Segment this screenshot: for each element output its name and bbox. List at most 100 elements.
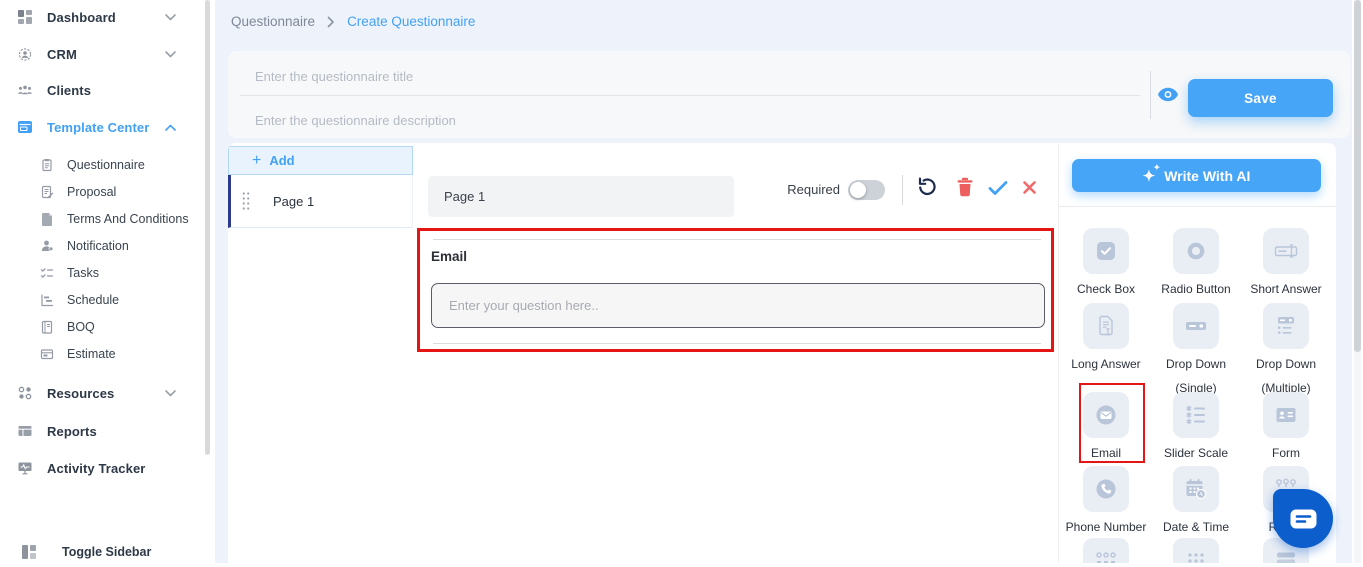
palette-item-drop-down-single[interactable]: Drop Down (Single) — [1151, 303, 1241, 397]
cancel-button[interactable] — [1022, 180, 1037, 195]
divider — [902, 175, 903, 205]
check-icon — [988, 180, 1008, 196]
sidebar-item-questionnaire[interactable]: Questionnaire — [0, 152, 206, 178]
radio-button-icon — [1173, 228, 1219, 274]
preview-eye-button[interactable] — [1157, 87, 1179, 102]
page-tab[interactable]: Page 1 — [228, 175, 413, 228]
sidebar-item-terms-and-conditions[interactable]: Terms And Conditions — [0, 206, 206, 232]
sidebar-item-estimate[interactable]: Estimate — [0, 341, 206, 367]
palette-item-phone-number[interactable]: Phone Number — [1061, 466, 1151, 536]
long-answer-icon — [1083, 303, 1129, 349]
palette-item-slider-scale[interactable]: Slider Scale — [1151, 392, 1241, 462]
palette-item-label: Slider Scale — [1163, 446, 1229, 460]
sidebar-item-boq[interactable]: BOQ — [0, 314, 206, 340]
sidebar-item-reports[interactable]: Reports — [0, 416, 206, 446]
sidebar-item-label: Proposal — [67, 185, 117, 199]
palette-item-label: Phone Number — [1065, 520, 1147, 534]
sidebar-item-activity-tracker[interactable]: Activity Tracker — [0, 453, 206, 483]
toggle-sidebar-label: Toggle Sidebar — [62, 545, 152, 559]
questionnaire-title-input[interactable] — [255, 60, 1115, 92]
breadcrumb-current[interactable]: Create Questionnaire — [347, 14, 475, 29]
palette-item-date-time[interactable]: Date & Time — [1151, 466, 1241, 536]
eye-icon — [1157, 87, 1179, 102]
email-icon — [1083, 392, 1129, 438]
sidebar-item-label: Estimate — [67, 347, 116, 361]
palette-item-radio-button[interactable]: Radio Button — [1151, 228, 1241, 298]
questionnaire-description-input[interactable] — [255, 104, 1115, 136]
drag-handle-icon[interactable] — [241, 191, 251, 211]
plus-icon: + — [252, 151, 262, 169]
palette-item-drop-down-multiple[interactable]: Drop Down (Multiple) — [1241, 303, 1331, 397]
required-toggle[interactable] — [848, 180, 885, 200]
matrix-icon — [1083, 538, 1129, 563]
sidebar-item-proposal[interactable]: Proposal — [0, 179, 206, 205]
palette-item-short-answer[interactable]: Short Answer — [1241, 228, 1331, 298]
reports-icon — [16, 423, 34, 439]
divider — [433, 239, 1041, 240]
palette-item-label: Drop Down — [1165, 357, 1227, 371]
palette-item-label: Email — [1090, 446, 1121, 460]
breadcrumb-parent[interactable]: Questionnaire — [231, 14, 315, 29]
save-button[interactable]: Save — [1188, 79, 1333, 117]
sidebar-item-label: Dashboard — [47, 9, 116, 25]
sidebar-item-resources[interactable]: Resources — [0, 378, 206, 408]
page-scrollbar-thumb[interactable] — [1354, 0, 1361, 352]
sidebar-scrollbar[interactable] — [205, 0, 210, 455]
terms-icon — [38, 212, 56, 226]
sidebar-item-label: Activity Tracker — [47, 460, 146, 476]
chevron-down-icon — [165, 50, 176, 58]
dashboard-icon — [16, 9, 34, 25]
questionnaire-icon — [38, 158, 56, 172]
palette-item-check-box[interactable]: Check Box — [1061, 228, 1151, 298]
checkbox-icon — [1083, 228, 1129, 274]
sidebar-item-label: BOQ — [67, 320, 95, 334]
chevron-down-icon — [165, 389, 176, 397]
tasks-icon — [38, 266, 56, 280]
estimate-icon — [38, 347, 56, 361]
sidebar-item-label: Terms And Conditions — [67, 212, 189, 226]
sidebar-item-label: Notification — [67, 239, 129, 253]
sidebar-item-label: Template Center — [47, 119, 150, 135]
schedule-icon — [38, 293, 56, 307]
notification-icon — [38, 239, 56, 253]
delete-button[interactable] — [956, 177, 974, 197]
sidebar-item-crm[interactable]: CRM — [0, 39, 206, 69]
add-page-label: Add — [269, 153, 295, 168]
palette-item-form[interactable]: Form — [1241, 392, 1331, 462]
sidebar-item-label: Clients — [47, 82, 92, 98]
trash-icon — [956, 177, 974, 197]
template-center-icon — [16, 119, 34, 135]
palette-item-partial-1[interactable] — [1061, 538, 1151, 563]
undo-icon — [916, 176, 938, 198]
palette-item-long-answer[interactable]: Long Answer — [1061, 303, 1151, 373]
sidebar-item-clients[interactable]: Clients — [0, 75, 206, 105]
divider — [1058, 206, 1336, 207]
sidebar-item-label: Tasks — [67, 266, 99, 280]
proposal-icon — [38, 185, 56, 199]
write-with-ai-button[interactable]: ✦ ✦ Write With AI — [1072, 159, 1321, 192]
sidebar-item-dashboard[interactable]: Dashboard — [0, 2, 206, 32]
chat-widget-button[interactable] — [1273, 489, 1333, 548]
sidebar-item-template-center[interactable]: Template Center — [0, 112, 206, 142]
activity-tracker-icon — [16, 460, 34, 476]
add-page-button[interactable]: + Add — [228, 146, 413, 175]
palette-item-partial-2[interactable] — [1151, 538, 1241, 563]
undo-button[interactable] — [916, 176, 938, 198]
chevron-down-icon — [165, 13, 176, 21]
sidebar-item-tasks[interactable]: Tasks — [0, 260, 206, 286]
email-question-block[interactable]: Email — [417, 228, 1054, 352]
question-input[interactable] — [431, 283, 1045, 328]
palette-item-label: Radio Button — [1161, 282, 1231, 296]
questionnaire-header-card: Save — [228, 51, 1350, 138]
sidebar-item-label: CRM — [47, 46, 77, 62]
write-with-ai-label: Write With AI — [1164, 167, 1251, 184]
page-scrollbar[interactable] — [1354, 0, 1361, 563]
confirm-button[interactable] — [988, 180, 1008, 196]
sidebar-item-label: Reports — [47, 423, 97, 439]
sidebar-item-schedule[interactable]: Schedule — [0, 287, 206, 313]
phone-number-icon — [1083, 466, 1129, 512]
sidebar-item-notification[interactable]: Notification — [0, 233, 206, 259]
chat-icon — [1290, 509, 1317, 529]
palette-item-email[interactable]: Email — [1061, 392, 1151, 462]
page-name-input[interactable] — [428, 176, 734, 217]
